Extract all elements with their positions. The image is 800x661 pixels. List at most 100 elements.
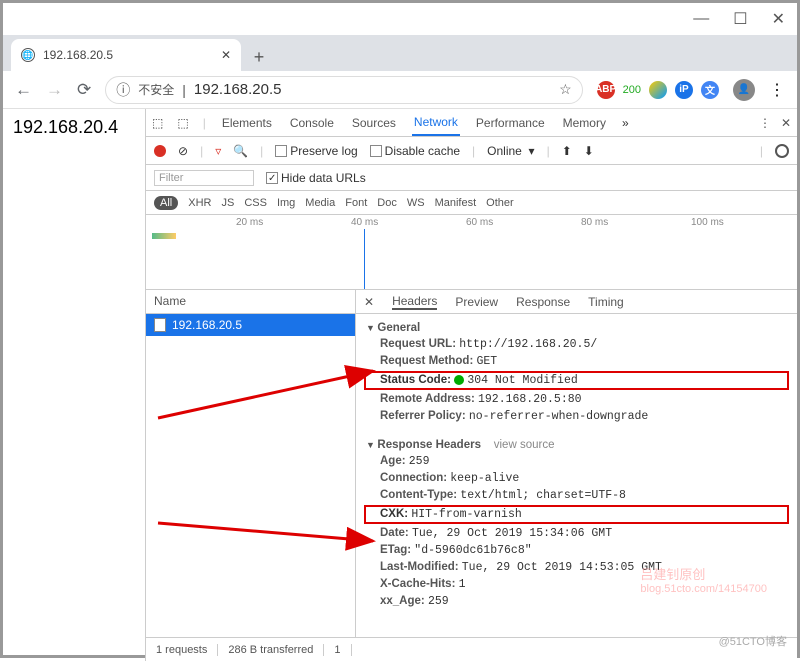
type-filters: All XHR JS CSS Img Media Font Doc WS Man… (146, 191, 797, 215)
hdr-xx-age: xx_Age: 259 (356, 593, 797, 610)
status-dot-icon (454, 375, 464, 385)
abp-icon[interactable]: ABP (597, 81, 615, 99)
search-icon[interactable]: 🔍 (233, 144, 248, 158)
forward-button: → (46, 80, 63, 100)
clear-icon[interactable]: ⊘ (178, 144, 188, 158)
tab-strip: 🌐 192.168.20.5 ✕ + (3, 35, 797, 71)
more-tabs-icon[interactable]: » (622, 116, 629, 130)
ext-count: 200 (623, 84, 641, 96)
tab-network[interactable]: Network (412, 109, 460, 136)
request-name: 192.168.20.5 (172, 318, 242, 332)
tab-performance[interactable]: Performance (474, 109, 547, 136)
close-detail-icon[interactable]: ✕ (364, 295, 374, 309)
new-tab-button[interactable]: + (245, 43, 273, 71)
watermark-corner: @51CTO博客 (719, 633, 787, 649)
tick-80: 80 ms (581, 217, 608, 228)
record-button[interactable] (154, 145, 166, 157)
menu-icon[interactable]: ⋮ (769, 80, 785, 100)
type-font[interactable]: Font (345, 197, 367, 209)
disable-cache-checkbox[interactable]: Disable cache (370, 144, 460, 158)
referrer-policy: Referrer Policy: no-referrer-when-downgr… (356, 408, 797, 425)
browser-tab[interactable]: 🌐 192.168.20.5 ✕ (11, 39, 241, 71)
star-icon[interactable]: ☆ (559, 81, 572, 98)
tick-20: 20 ms (236, 217, 263, 228)
filter-input[interactable]: Filter (154, 170, 254, 186)
address-bar: ← → ⟳ ⓘ 不安全 | 192.168.20.5 ☆ ABP 200 iP … (3, 71, 797, 109)
settings-icon[interactable] (775, 144, 789, 158)
type-js[interactable]: JS (221, 197, 234, 209)
tab-sources[interactable]: Sources (350, 109, 398, 136)
profile-icon[interactable]: 👤 (733, 79, 755, 101)
watermark: 吕建钊原创 blog.51cto.com/14154700 (640, 564, 767, 595)
file-icon (154, 318, 166, 332)
ext-icon-3[interactable]: iP (675, 81, 693, 99)
url-text: 192.168.20.5 (194, 81, 282, 98)
type-other[interactable]: Other (486, 197, 514, 209)
waterfall-timeline[interactable]: 20 ms 40 ms 60 ms 80 ms 100 ms (146, 215, 797, 290)
preserve-log-checkbox[interactable]: Preserve log (275, 144, 357, 158)
network-status-bar: 1 requests 286 B transferred 1 (146, 637, 797, 661)
minimize-icon[interactable]: — (693, 10, 709, 28)
devtools-close-icon[interactable]: ✕ (781, 116, 791, 130)
hide-data-urls-checkbox[interactable]: Hide data URLs (266, 171, 366, 185)
status-code-box: Status Code: 304 Not Modified (364, 371, 789, 390)
download-icon[interactable]: ⬇ (584, 144, 594, 158)
type-doc[interactable]: Doc (377, 197, 397, 209)
type-xhr[interactable]: XHR (188, 197, 211, 209)
request-list: Name 192.168.20.5 (146, 290, 356, 637)
remote-address: Remote Address: 192.168.20.5:80 (356, 391, 797, 408)
status-more: 1 (324, 644, 351, 656)
page-body-text: 192.168.20.4 (13, 117, 118, 137)
insecure-label: 不安全 (138, 81, 174, 98)
window-titlebar: — ☐ ✕ (3, 3, 797, 35)
translate-icon[interactable]: 文 (701, 81, 719, 99)
type-ws[interactable]: WS (407, 197, 425, 209)
inspect-icon[interactable]: ⬚ (177, 116, 188, 130)
name-header[interactable]: Name (146, 290, 355, 314)
back-button[interactable]: ← (15, 80, 32, 100)
detail-tabs: ✕ Headers Preview Response Timing (356, 290, 797, 314)
tab-console[interactable]: Console (288, 109, 336, 136)
tab-title: 192.168.20.5 (43, 48, 113, 62)
load-line (364, 229, 365, 289)
filter-bar: Filter Hide data URLs (146, 165, 797, 191)
ext-icon-2[interactable] (649, 81, 667, 99)
network-toolbar: ⊘ | ▿ 🔍 | Preserve log Disable cache | O… (146, 137, 797, 165)
general-section[interactable]: General (356, 320, 797, 336)
tab-preview[interactable]: Preview (455, 295, 498, 309)
tab-timing[interactable]: Timing (588, 295, 624, 309)
devtools-menu-icon[interactable]: ⋮ (759, 116, 771, 130)
tab-headers[interactable]: Headers (392, 294, 437, 310)
maximize-icon[interactable]: ☐ (733, 9, 747, 29)
type-all[interactable]: All (154, 196, 178, 210)
filter-funnel-icon[interactable]: ▿ (215, 144, 221, 158)
close-icon[interactable]: ✕ (772, 9, 785, 29)
request-bar (152, 233, 176, 239)
separator: | (182, 82, 186, 98)
dock-icon[interactable]: ⬚ (152, 116, 163, 130)
hdr-content-type: Content-Type: text/html; charset=UTF-8 (356, 487, 797, 504)
tab-close-icon[interactable]: ✕ (221, 48, 231, 62)
extensions: ABP 200 iP 文 (597, 81, 719, 99)
hdr-age: Age: 259 (356, 453, 797, 470)
request-url: Request URL: http://192.168.20.5/ (356, 336, 797, 353)
type-img[interactable]: Img (277, 197, 295, 209)
globe-icon: 🌐 (21, 48, 35, 62)
tick-100: 100 ms (691, 217, 724, 228)
tab-response[interactable]: Response (516, 295, 570, 309)
tab-memory[interactable]: Memory (561, 109, 608, 136)
type-media[interactable]: Media (305, 197, 335, 209)
url-input[interactable]: ⓘ 不安全 | 192.168.20.5 ☆ (105, 76, 582, 104)
reload-button[interactable]: ⟳ (77, 80, 91, 100)
tab-elements[interactable]: Elements (220, 109, 274, 136)
request-method: Request Method: GET (356, 353, 797, 370)
request-row[interactable]: 192.168.20.5 (146, 314, 355, 336)
transferred-size: 286 B transferred (218, 644, 324, 656)
response-headers-section[interactable]: Response Headers view source (356, 437, 797, 453)
type-css[interactable]: CSS (244, 197, 267, 209)
hdr-date: Date: Tue, 29 Oct 2019 15:34:06 GMT (356, 525, 797, 542)
insecure-icon: ⓘ (116, 80, 130, 100)
type-manifest[interactable]: Manifest (435, 197, 477, 209)
throttle-select[interactable]: Online ▾ (487, 144, 534, 158)
upload-icon[interactable]: ⬆ (562, 144, 572, 158)
